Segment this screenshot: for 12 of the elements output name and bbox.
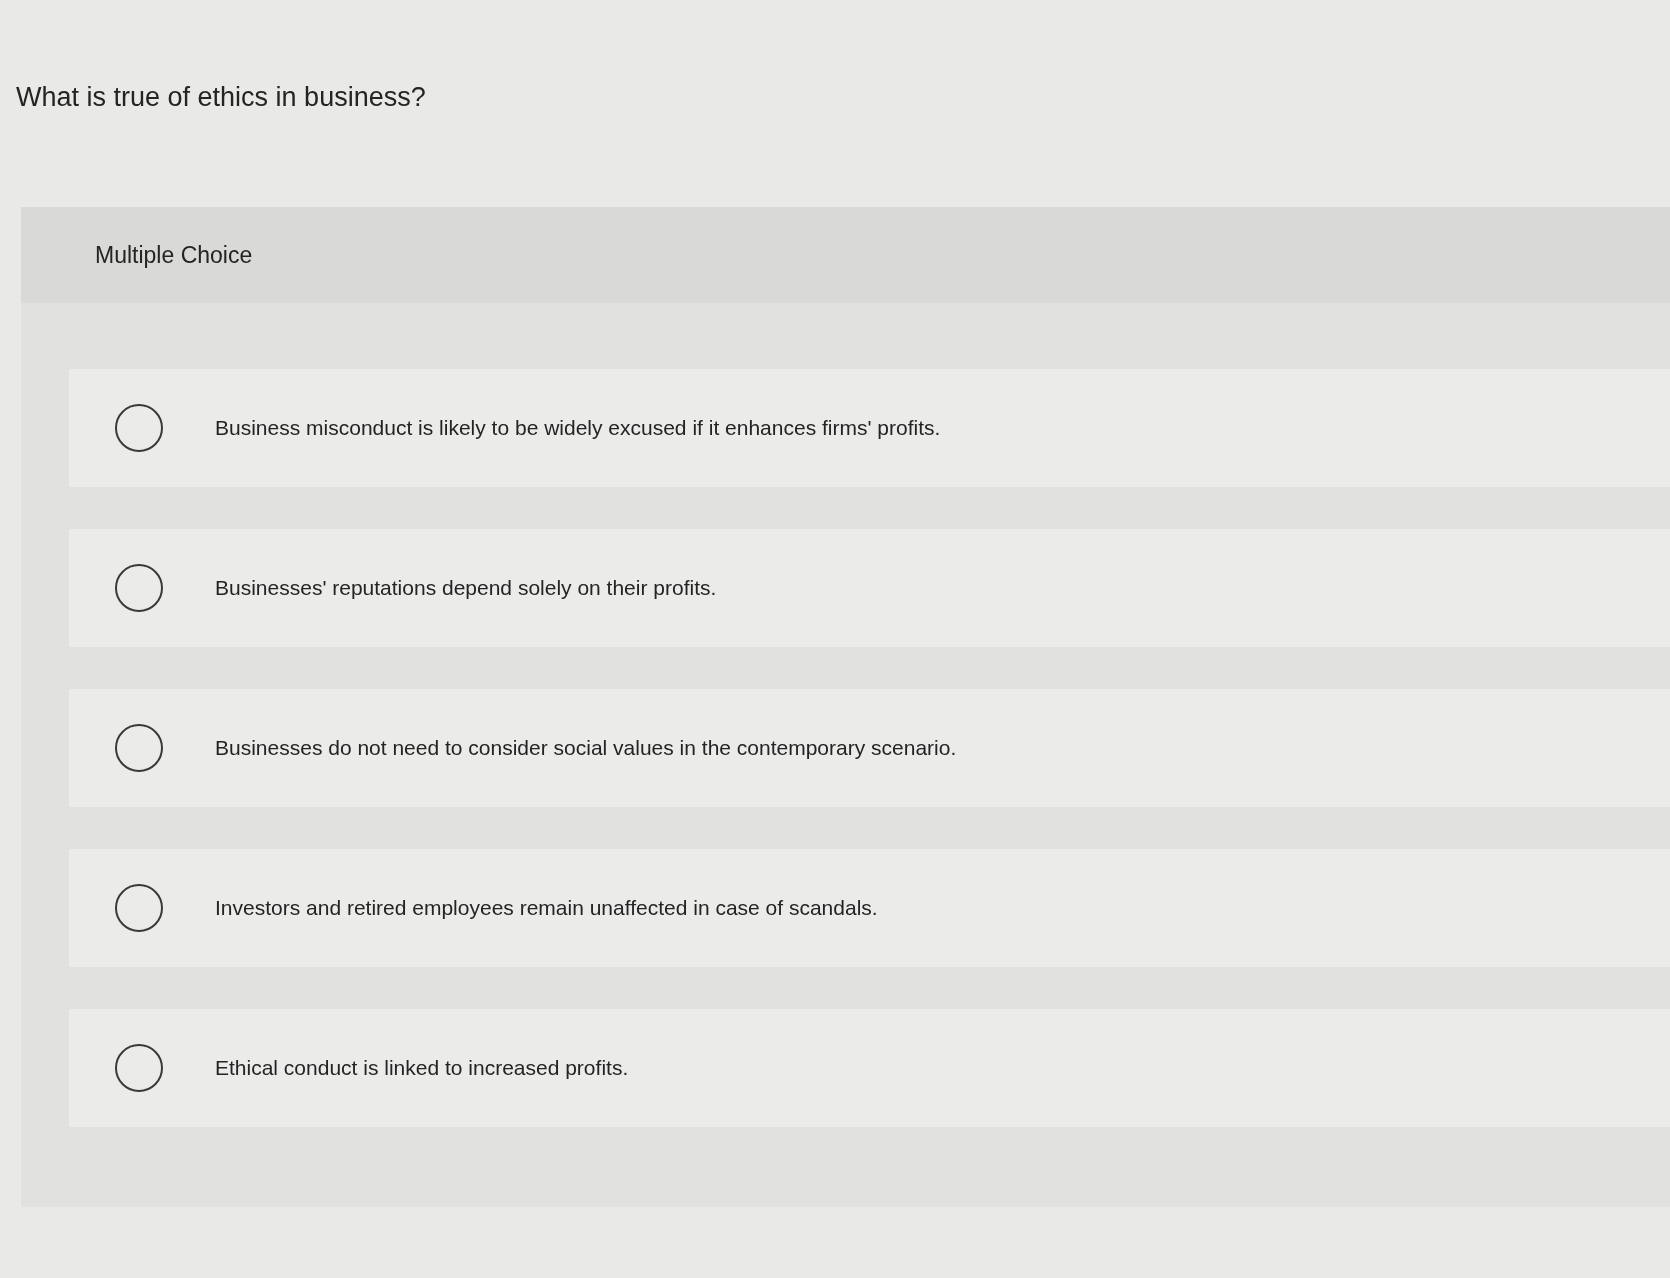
radio-button[interactable] [115, 884, 163, 933]
option-label[interactable]: Ethical conduct is linked to increased profits. [215, 1052, 629, 1084]
radio-button[interactable] [115, 724, 163, 773]
radio-button[interactable] [115, 1044, 163, 1093]
radio-button[interactable] [115, 564, 163, 613]
option-label[interactable]: Business misconduct is likely to be widely excused if it enhances firms' profits. [215, 412, 941, 444]
option-label[interactable]: Businesses' reputations depend solely on their profits. [215, 572, 717, 604]
radio-button[interactable] [115, 404, 163, 453]
question-text: What is true of ethics in business? [16, 81, 427, 114]
option-label[interactable]: Investors and retired employees remain unaffected in case of scandals. [215, 892, 878, 924]
panel-heading: Multiple Choice [95, 240, 253, 270]
option-label[interactable]: Businesses do not need to consider social values in the contemporary scenario. [215, 732, 957, 764]
